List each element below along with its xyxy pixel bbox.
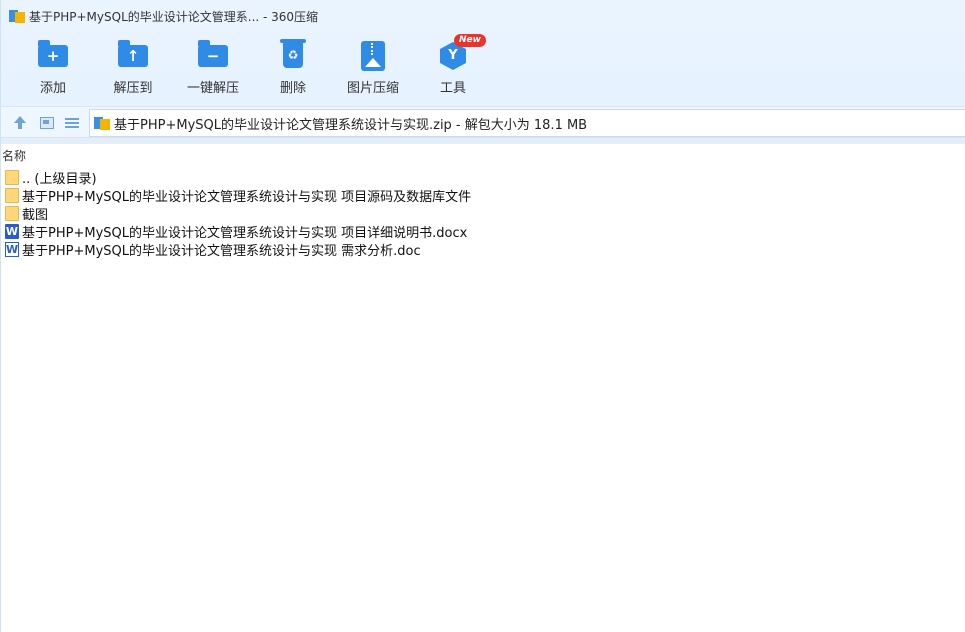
title-bar: 基于PHP+MySQL的毕业设计论文管理系... - 360压缩: [1, 0, 965, 32]
file-name: 基于PHP+MySQL的毕业设计论文管理系统设计与实现 项目详细说明书.docx: [22, 225, 468, 241]
word-document-icon: W: [5, 223, 19, 239]
file-list: .. (上级目录) 基于PHP+MySQL的毕业设计论文管理系统设计与实现 项目…: [1, 168, 965, 259]
one-click-extract-label: 一键解压: [186, 81, 239, 96]
toolbar: + 添加 ↑ 解压到 − 一键解压 ♻ 删除 图片压缩 Y New 工具: [1, 34, 965, 100]
list-item[interactable]: W 基于PHP+MySQL的毕业设计论文管理系统设计与实现 需求分析.doc: [1, 240, 965, 259]
tools-icon: Y New: [437, 34, 486, 71]
path-field[interactable]: 基于PHP+MySQL的毕业设计论文管理系统设计与实现.zip - 解包大小为 …: [89, 109, 965, 137]
up-arrow-icon[interactable]: [12, 115, 28, 131]
extract-to-icon: ↑: [117, 39, 149, 71]
folder-icon: [5, 187, 19, 203]
list-view-icon[interactable]: [65, 115, 81, 131]
delete-icon: ♻: [277, 39, 309, 71]
window-title: 基于PHP+MySQL的毕业设计论文管理系... - 360压缩: [29, 9, 319, 24]
image-compress-button[interactable]: 图片压缩: [333, 36, 413, 100]
thumbnail-view-icon[interactable]: [39, 115, 55, 131]
tools-button[interactable]: Y New 工具: [413, 34, 493, 100]
list-item[interactable]: .. (上级目录): [1, 168, 965, 187]
word-document-icon: W: [5, 241, 19, 257]
extract-to-label: 解压到: [113, 81, 153, 96]
address-bar: 基于PHP+MySQL的毕业设计论文管理系统设计与实现.zip - 解包大小为 …: [1, 106, 965, 138]
add-icon: +: [37, 39, 69, 71]
new-badge: New: [454, 34, 486, 47]
file-name: 截图: [22, 207, 49, 223]
folder-icon: [5, 169, 19, 185]
header: 基于PHP+MySQL的毕业设计论文管理系... - 360压缩 + 添加 ↑ …: [1, 0, 965, 106]
one-click-extract-icon: −: [197, 39, 229, 71]
column-header-name[interactable]: 名称: [1, 146, 965, 166]
folder-icon: [5, 205, 19, 221]
list-item[interactable]: 截图: [1, 204, 965, 223]
divider: [1, 138, 965, 144]
list-item[interactable]: W 基于PHP+MySQL的毕业设计论文管理系统设计与实现 项目详细说明书.do…: [1, 222, 965, 241]
tools-label: 工具: [439, 81, 466, 96]
add-button[interactable]: + 添加: [13, 36, 93, 100]
delete-label: 删除: [279, 81, 306, 96]
file-name: .. (上级目录): [22, 171, 97, 187]
file-name: 基于PHP+MySQL的毕业设计论文管理系统设计与实现 项目源码及数据库文件: [22, 189, 472, 205]
image-compress-icon: [357, 39, 389, 71]
app-window: 基于PHP+MySQL的毕业设计论文管理系... - 360压缩 + 添加 ↑ …: [0, 0, 965, 632]
extract-to-button[interactable]: ↑ 解压到: [93, 36, 173, 100]
delete-button[interactable]: ♻ 删除: [253, 36, 333, 100]
archive-icon: [9, 8, 25, 24]
file-name: 基于PHP+MySQL的毕业设计论文管理系统设计与实现 需求分析.doc: [22, 243, 421, 259]
add-label: 添加: [39, 81, 66, 96]
list-item[interactable]: 基于PHP+MySQL的毕业设计论文管理系统设计与实现 项目源码及数据库文件: [1, 186, 965, 205]
one-click-extract-button[interactable]: − 一键解压: [173, 36, 253, 100]
image-compress-label: 图片压缩: [346, 81, 399, 96]
path-text: 基于PHP+MySQL的毕业设计论文管理系统设计与实现.zip - 解包大小为 …: [114, 117, 588, 133]
archive-icon: [94, 115, 110, 131]
